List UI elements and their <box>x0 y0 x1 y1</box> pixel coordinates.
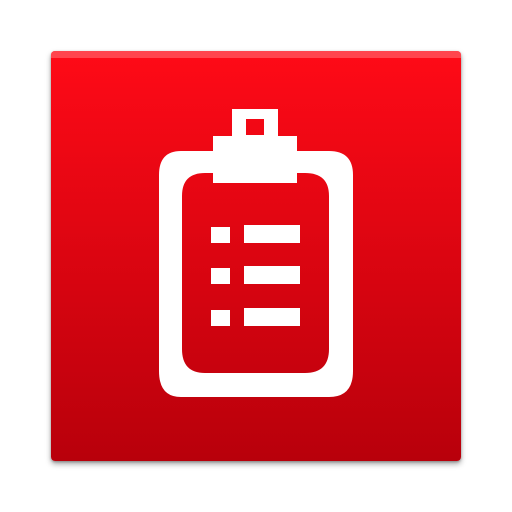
icon-canvas <box>0 0 512 512</box>
checklist-bullet <box>211 268 230 284</box>
checklist-line <box>244 225 300 243</box>
app-icon-tile[interactable] <box>51 51 461 461</box>
checklist-line <box>244 308 300 326</box>
clipboard-checklist-icon <box>51 51 461 461</box>
tile-top-highlight <box>51 51 461 58</box>
checklist-bullet <box>211 310 230 326</box>
checklist-line <box>244 266 300 284</box>
checklist-bullet <box>211 227 230 243</box>
